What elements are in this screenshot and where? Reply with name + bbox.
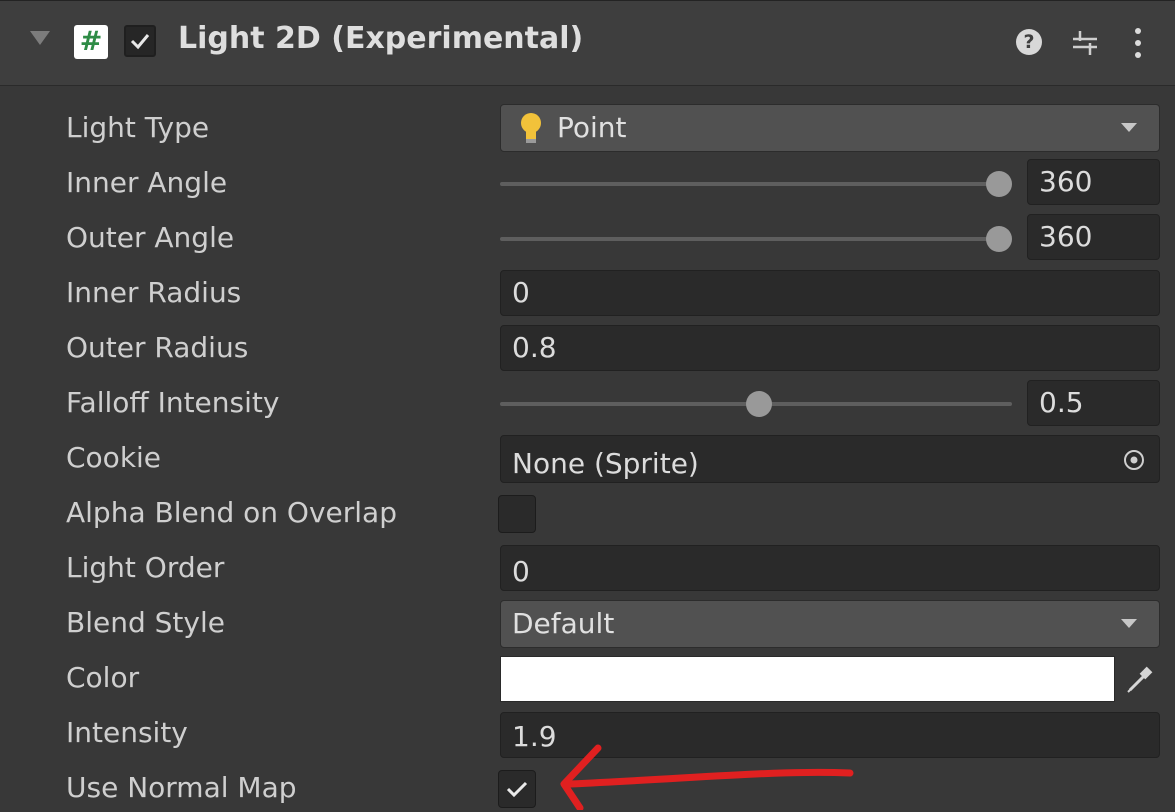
cookie-object-field[interactable]: None (Sprite) — [500, 435, 1160, 483]
color-label: Color — [66, 661, 140, 694]
falloff-intensity-slider-thumb[interactable] — [746, 391, 772, 417]
outer-radius-label: Outer Radius — [66, 331, 249, 364]
outer-angle-slider-thumb[interactable] — [986, 226, 1012, 252]
light-order-field[interactable]: 0 — [500, 545, 1160, 591]
outer-angle-field[interactable]: 360 — [1027, 214, 1160, 260]
component-header[interactable]: # Light 2D (Experimental) ? — [0, 0, 1175, 86]
context-menu-icon[interactable] — [1130, 25, 1146, 61]
outer-radius-field[interactable]: 0.8 — [500, 325, 1160, 371]
blend-style-label: Blend Style — [66, 606, 225, 639]
color-swatch-field[interactable] — [500, 656, 1115, 702]
inner-angle-field[interactable]: 360 — [1027, 159, 1160, 205]
light-type-dropdown[interactable]: Point — [500, 104, 1160, 152]
cookie-label: Cookie — [66, 441, 162, 474]
falloff-intensity-field[interactable]: 0.5 — [1027, 380, 1160, 426]
component-title: Light 2D (Experimental) — [178, 21, 584, 56]
chevron-down-icon — [1121, 619, 1137, 628]
light-type-label: Light Type — [66, 111, 210, 144]
red-arrow-annotation-icon — [560, 744, 854, 810]
alpha-blend-checkbox[interactable] — [498, 495, 536, 533]
component-enabled-checkbox[interactable] — [124, 25, 156, 57]
inner-angle-slider-track[interactable] — [500, 182, 1005, 186]
blend-style-dropdown[interactable]: Default — [500, 600, 1160, 648]
chevron-down-icon — [1121, 123, 1137, 132]
intensity-label: Intensity — [66, 716, 188, 749]
cookie-value: None (Sprite) — [512, 447, 699, 480]
inner-radius-label: Inner Radius — [66, 276, 242, 309]
light-bulb-icon — [521, 113, 541, 143]
presets-sliders-icon[interactable] — [1070, 25, 1100, 59]
light-type-value: Point — [557, 111, 627, 144]
use-normal-map-label: Use Normal Map — [66, 771, 297, 804]
checkmark-icon — [130, 34, 150, 50]
object-picker-icon[interactable] — [1123, 449, 1145, 471]
script-hash-icon: # — [74, 25, 108, 59]
alpha-blend-label: Alpha Blend on Overlap — [66, 496, 397, 529]
checkmark-icon — [506, 781, 528, 798]
light-order-label: Light Order — [66, 551, 225, 584]
foldout-arrow-icon[interactable] — [30, 31, 50, 45]
eyedropper-icon[interactable] — [1120, 660, 1160, 700]
outer-angle-slider-track[interactable] — [500, 237, 1005, 241]
inner-radius-field[interactable]: 0 — [500, 270, 1160, 316]
inner-angle-label: Inner Angle — [66, 166, 228, 199]
falloff-intensity-label: Falloff Intensity — [66, 386, 280, 419]
inner-angle-slider-thumb[interactable] — [986, 171, 1012, 197]
help-icon[interactable]: ? — [1016, 29, 1042, 55]
outer-angle-label: Outer Angle — [66, 221, 235, 254]
use-normal-map-checkbox[interactable] — [498, 770, 536, 808]
blend-style-value: Default — [512, 607, 615, 640]
